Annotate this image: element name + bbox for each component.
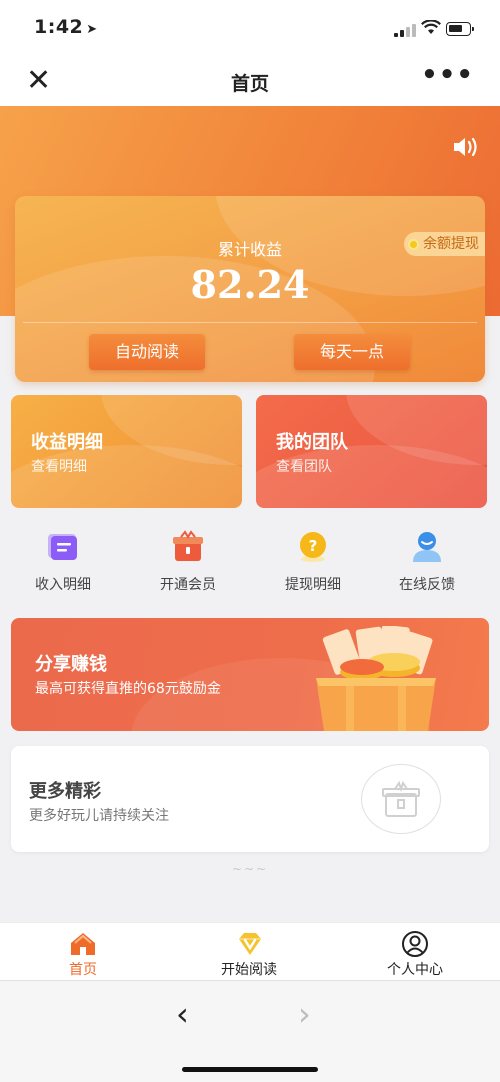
quick-label: 收入明细 xyxy=(35,577,91,593)
wifi-icon xyxy=(421,19,441,39)
svg-text:?: ? xyxy=(309,537,318,555)
browser-toolbar: ‹ › xyxy=(0,980,500,1082)
card-subtitle: 查看明细 xyxy=(31,459,87,475)
gift-box-icon xyxy=(171,530,205,564)
user-icon xyxy=(410,530,444,564)
earnings-card: 累计收益 82.24 余额提现 自动阅读 每天一点 xyxy=(15,196,485,382)
income-detail-card[interactable]: 收益明细 查看明细 xyxy=(11,395,242,508)
battery-icon xyxy=(446,22,474,36)
card-title: 我的团队 xyxy=(276,432,348,453)
location-arrow-icon: ➤ xyxy=(86,22,98,37)
more-subtitle: 更多好玩儿请持续关注 xyxy=(29,808,169,824)
status-bar: 1:42 ➤ xyxy=(0,0,500,58)
more-title: 更多精彩 xyxy=(29,781,101,802)
share-subtitle: 最高可获得直推的68元鼓励金 xyxy=(35,681,221,697)
coin-icon xyxy=(408,238,419,250)
signal-icon xyxy=(394,24,416,37)
tab-start-reading[interactable]: 开始阅读 xyxy=(166,931,332,979)
quick-withdraw-detail[interactable]: ? 提现明细 xyxy=(258,530,368,594)
tab-label: 开始阅读 xyxy=(221,962,277,978)
earnings-value: 82.24 xyxy=(190,262,310,307)
home-indicator xyxy=(182,1067,318,1072)
quick-label: 提现明细 xyxy=(285,577,341,593)
gift-circle xyxy=(361,764,441,834)
forward-arrow-icon[interactable]: › xyxy=(298,995,311,1033)
more-menu-icon[interactable]: ••• xyxy=(421,62,474,88)
v-badge-icon xyxy=(235,931,263,957)
divider xyxy=(23,322,477,323)
withdraw-button[interactable]: 余额提现 xyxy=(404,232,485,256)
profile-icon xyxy=(401,931,429,957)
status-time: 1:42 ➤ xyxy=(34,16,98,38)
nav-bar: ✕ 首页 ••• xyxy=(0,58,500,106)
card-title: 收益明细 xyxy=(31,432,103,453)
quick-feedback[interactable]: 在线反馈 xyxy=(372,530,482,594)
back-arrow-icon[interactable]: ‹ xyxy=(176,995,189,1033)
tab-bar: 首页 开始阅读 个人中心 xyxy=(0,922,500,980)
daily-tip-button[interactable]: 每天一点 xyxy=(294,334,410,370)
tab-profile[interactable]: 个人中心 xyxy=(332,931,498,979)
tab-label: 个人中心 xyxy=(387,962,443,978)
gift-icon xyxy=(382,780,420,817)
withdraw-label: 余额提现 xyxy=(423,236,479,252)
auto-read-button[interactable]: 自动阅读 xyxy=(89,334,205,370)
quick-income-detail[interactable]: 收入明细 xyxy=(8,530,118,594)
home-icon xyxy=(69,931,97,957)
card-subtitle: 查看团队 xyxy=(276,459,332,475)
share-earn-banner[interactable]: 分享赚钱 最高可获得直推的68元鼓励金 xyxy=(11,618,489,731)
note-icon xyxy=(46,530,80,564)
loading-indicator: ~~~ xyxy=(231,862,269,876)
my-team-card[interactable]: 我的团队 查看团队 xyxy=(256,395,487,508)
speaker-icon[interactable] xyxy=(452,136,480,158)
quick-open-vip[interactable]: 开通会员 xyxy=(133,530,243,594)
tab-home[interactable]: 首页 xyxy=(0,931,166,979)
quick-label: 开通会员 xyxy=(160,577,216,593)
share-title: 分享赚钱 xyxy=(35,654,107,675)
coin-box-illustration xyxy=(316,626,436,731)
more-content-card: 更多精彩 更多好玩儿请持续关注 xyxy=(11,746,489,852)
tab-label: 首页 xyxy=(69,962,97,978)
question-coin-icon: ? xyxy=(296,530,330,564)
quick-label: 在线反馈 xyxy=(399,577,455,593)
